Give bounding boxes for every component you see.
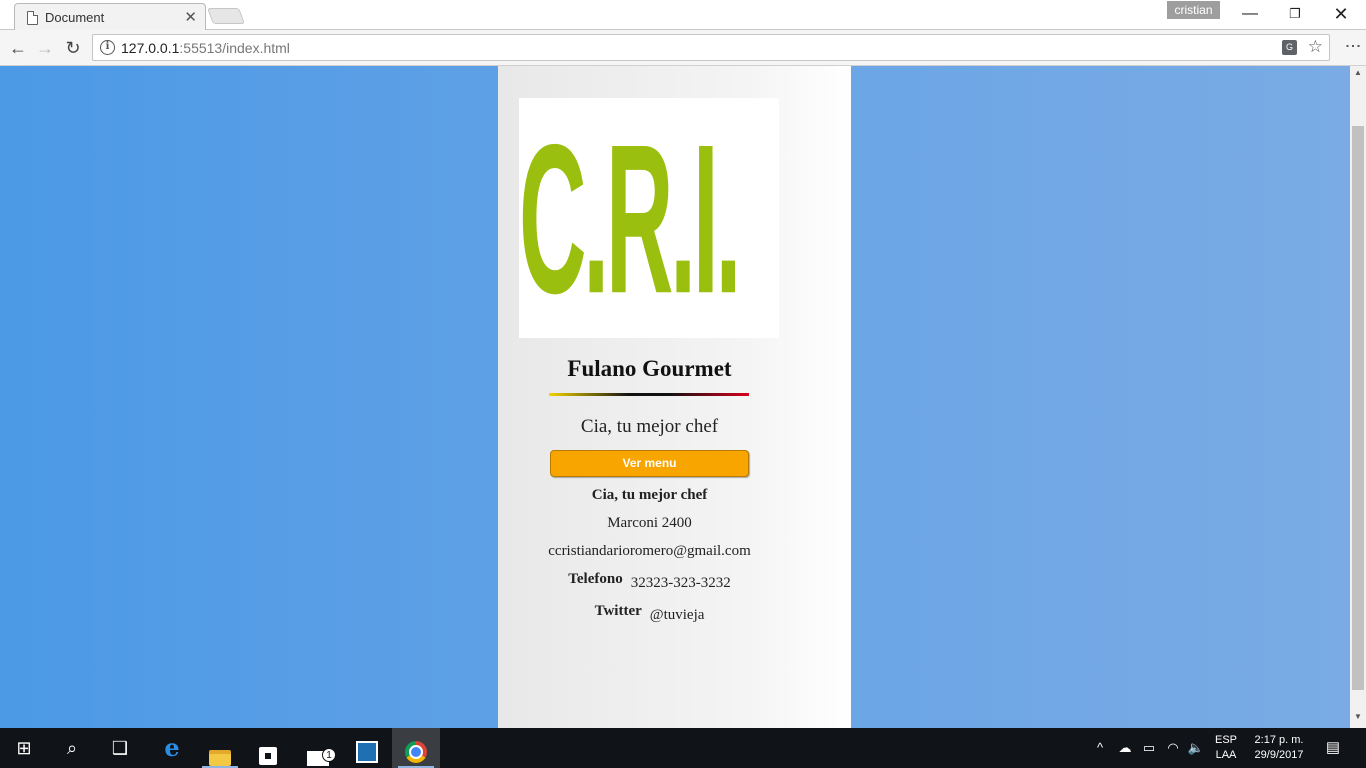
email: ccristiandarioromero@gmail.com <box>548 543 751 559</box>
show-hidden-icons-icon[interactable]: ^ <box>1090 728 1110 768</box>
maximize-button[interactable]: ❐ <box>1272 0 1318 28</box>
tab-close-icon[interactable]: ✕ <box>184 8 197 26</box>
new-tab-button[interactable] <box>207 8 245 24</box>
url-text[interactable]: 127.0.0.1:55513/index.html <box>121 40 290 56</box>
logo-image: C.R.I. <box>519 98 779 338</box>
reload-button[interactable]: ↻ <box>61 36 85 60</box>
tab-document[interactable]: Document ✕ <box>14 3 206 31</box>
minimize-button[interactable]: — <box>1227 0 1273 28</box>
back-button[interactable]: ← <box>6 36 30 60</box>
mail-badge: 1 <box>322 748 336 762</box>
phone-label: Telefono <box>568 571 623 587</box>
browser-menu-icon[interactable]: ⋮ <box>1343 38 1362 54</box>
close-window-button[interactable]: ✕ <box>1318 0 1364 28</box>
content-card: C.R.I. Fulano Gourmet Cia, tu mejor chef… <box>498 66 851 728</box>
logo-text: C.R.I. <box>519 101 741 338</box>
info-icon[interactable]: i <box>100 40 115 55</box>
store-icon[interactable] <box>244 728 292 768</box>
scroll-thumb[interactable] <box>1352 126 1364 690</box>
tagline: Cia, tu mejor chef <box>580 416 719 437</box>
task-view-icon[interactable]: ❑ <box>96 728 144 768</box>
phone-value: 32323-323-3232 <box>630 575 731 591</box>
wifi-icon[interactable]: ◠ <box>1163 728 1183 768</box>
forward-button[interactable]: → <box>33 36 57 60</box>
url-path: :55513/index.html <box>179 40 290 56</box>
page-title: Fulano Gourmet <box>567 356 732 381</box>
twitter-row: Twitter @tuvieja <box>498 603 801 624</box>
tab-title: Document <box>45 10 105 25</box>
language-code: ESP <box>1214 734 1237 746</box>
volume-icon[interactable]: 🔈 <box>1186 728 1206 768</box>
chrome-icon[interactable] <box>392 728 440 768</box>
twitter-label: Twitter <box>594 603 642 619</box>
clock[interactable]: 2:17 p. m. 29/9/2017 <box>1246 728 1312 768</box>
scroll-up-icon[interactable]: ▲ <box>1350 68 1366 82</box>
cloud-icon[interactable]: ☁ <box>1114 728 1136 768</box>
document-icon <box>27 11 38 25</box>
phone-row: Telefono 32323-323-3232 <box>498 571 801 592</box>
page-viewport: C.R.I. Fulano Gourmet Cia, tu mejor chef… <box>0 66 1350 728</box>
address: Marconi 2400 <box>607 515 692 531</box>
taskbar: ⊞ ⌕ ❑ e 1 ^ ☁ ▭ ◠ 🔈 ESP LAA 2:17 p. m. 2… <box>0 728 1366 768</box>
clock-date: 29/9/2017 <box>1254 749 1304 761</box>
mail-icon[interactable]: 1 <box>294 728 342 768</box>
scroll-down-icon[interactable]: ▼ <box>1350 712 1366 726</box>
translate-icon[interactable]: G <box>1282 40 1297 55</box>
edge-browser-icon[interactable]: e <box>148 728 196 768</box>
profile-badge[interactable]: cristian <box>1167 1 1220 19</box>
start-button[interactable]: ⊞ <box>0 728 48 768</box>
tab-strip: Document ✕ cristian — ❐ ✕ <box>0 0 1366 31</box>
company-name: Cia, tu mejor chef <box>591 487 708 503</box>
twitter-value: @tuvieja <box>649 607 705 623</box>
notification-center-icon[interactable]: ▤ <box>1318 728 1348 768</box>
app-icon[interactable] <box>343 728 391 768</box>
language-indicator[interactable]: ESP LAA <box>1210 728 1242 768</box>
file-explorer-icon[interactable] <box>196 728 244 768</box>
page-scrollbar[interactable]: ▲ ▼ <box>1350 66 1366 728</box>
keyboard-layout: LAA <box>1215 749 1237 761</box>
url-host: 127.0.0.1 <box>121 40 180 56</box>
search-icon[interactable]: ⌕ <box>48 728 96 768</box>
bookmark-star-icon[interactable]: ☆ <box>1308 37 1323 57</box>
ver-menu-button[interactable]: Ver menu <box>550 450 749 477</box>
address-bar[interactable]: i 127.0.0.1:55513/index.html G ☆ <box>92 34 1330 61</box>
browser-toolbar: ← → ↻ i 127.0.0.1:55513/index.html G ☆ ⋮ <box>0 30 1366 66</box>
battery-icon[interactable]: ▭ <box>1139 728 1159 768</box>
title-divider <box>549 393 749 396</box>
clock-time: 2:17 p. m. <box>1254 734 1304 746</box>
